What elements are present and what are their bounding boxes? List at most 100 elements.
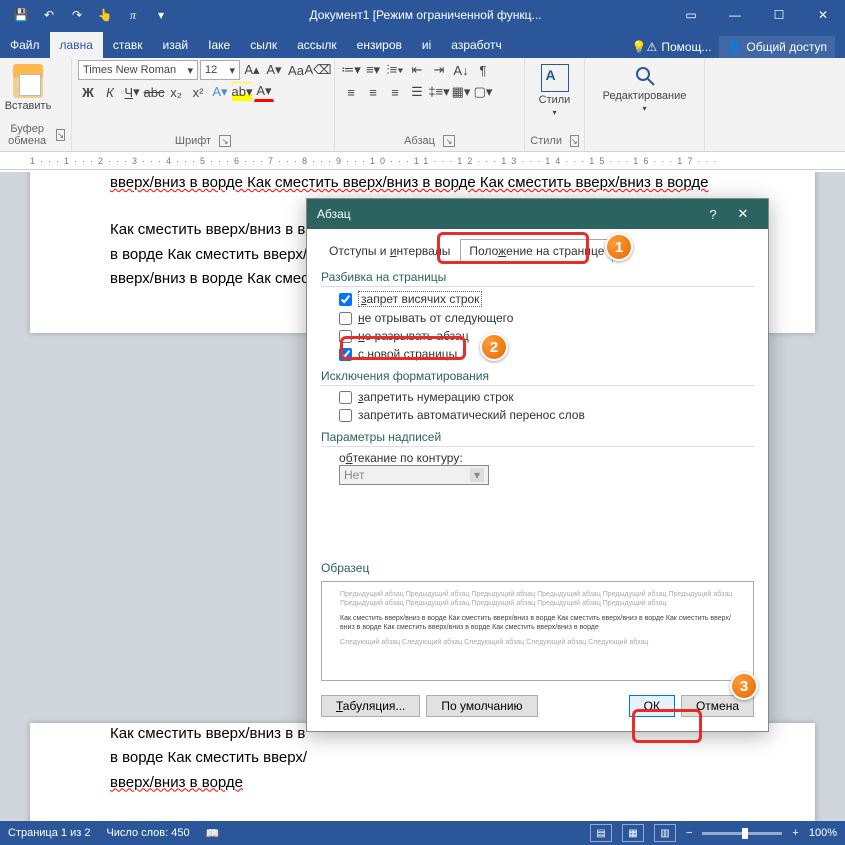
dialog-help-icon[interactable]: ? [698, 199, 728, 229]
dialog-titlebar[interactable]: Абзац ? ✕ [307, 199, 768, 229]
find-icon [633, 64, 657, 88]
decrease-indent-icon[interactable]: ⇤ [407, 60, 427, 80]
redo-icon[interactable]: ↷ [64, 2, 90, 28]
status-page[interactable]: Страница 1 из 2 [8, 827, 90, 839]
zoom-slider[interactable] [702, 832, 782, 835]
show-marks-icon[interactable]: ¶ [473, 60, 493, 80]
tab-developer[interactable]: азработч [441, 32, 511, 58]
subscript-icon[interactable]: x₂ [166, 82, 186, 102]
cb-keep-with-next[interactable] [339, 312, 352, 325]
superscript-icon[interactable]: x² [188, 82, 208, 102]
font-name-combo[interactable]: Times New Roman▾ [78, 60, 198, 80]
callout-1: 1 [605, 233, 633, 261]
multilevel-icon[interactable]: ⫶≡▾ [385, 60, 405, 80]
cb-keep-with-next-label: не отрывать от следующего [358, 311, 513, 325]
dialog-close-icon[interactable]: ✕ [728, 199, 758, 229]
ok-button[interactable]: ОК [629, 695, 675, 717]
underline-icon[interactable]: Ч▾ [122, 82, 142, 102]
tab-review[interactable]: ензиров [347, 32, 412, 58]
tab-mailings[interactable]: ассылк [287, 32, 347, 58]
tab-file[interactable]: Файл [0, 32, 50, 58]
zoom-out-icon[interactable]: − [686, 827, 692, 839]
view-read-icon[interactable]: ▤ [590, 824, 612, 842]
cb-dont-hyphenate[interactable] [339, 409, 352, 422]
change-case-icon[interactable]: Aa [286, 60, 306, 80]
shading-icon[interactable]: ▦▾ [451, 82, 471, 102]
sort-icon[interactable]: A↓ [451, 60, 471, 80]
tab-insert[interactable]: ставк [103, 32, 153, 58]
default-button[interactable]: По умолчанию [426, 695, 537, 717]
font-launcher[interactable]: ↘ [219, 135, 231, 147]
bold-icon[interactable]: Ж [78, 82, 98, 102]
tab-layout[interactable]: Іаке [198, 32, 240, 58]
status-proofing-icon[interactable]: 📖 [206, 827, 220, 840]
align-left-icon[interactable]: ≡ [341, 82, 361, 102]
cb-keep-together[interactable] [339, 330, 352, 343]
tab-page-position[interactable]: Положение на странице [460, 239, 613, 263]
shrink-font-icon[interactable]: A▾ [264, 60, 284, 80]
bullets-icon[interactable]: ≔▾ [341, 60, 361, 80]
numbering-icon[interactable]: ≡▾ [363, 60, 383, 80]
tabs-button[interactable]: Табуляция... [321, 695, 420, 717]
font-size-combo[interactable]: 12▾ [200, 60, 240, 80]
body-text-2[interactable]: Как сместить вверх/вниз в в в ворде Как … [110, 723, 735, 822]
tab-indents[interactable]: Отступы и интервалы [321, 240, 458, 262]
align-right-icon[interactable]: ≡ [385, 82, 405, 102]
section-formatting-exceptions: Исключения форматирования [321, 369, 754, 386]
align-center-icon[interactable]: ≡ [363, 82, 383, 102]
italic-icon[interactable]: К [100, 82, 120, 102]
line-spacing-icon[interactable]: ‡≡▾ [429, 82, 449, 102]
section-textbox-options: Параметры надписей [321, 430, 754, 447]
zoom-in-icon[interactable]: + [792, 827, 798, 839]
tab-references[interactable]: сылк [240, 32, 287, 58]
zoom-level[interactable]: 100% [809, 827, 837, 839]
clipboard-launcher[interactable]: ↘ [56, 129, 65, 141]
highlight-icon[interactable]: ab▾ [232, 82, 252, 102]
tab-design[interactable]: изай [153, 32, 199, 58]
cb-page-break-before[interactable] [339, 348, 352, 361]
preview-label: Образец [321, 561, 754, 577]
statusbar: Страница 1 из 2 Число слов: 450 📖 ▤ ▦ ▥ … [0, 821, 845, 845]
ribbon-body: Вставить Буфер обмена↘ Times New Roman▾ … [0, 58, 845, 152]
dialog-title: Абзац [317, 207, 351, 221]
editing-button[interactable]: Редактирование▾ [591, 60, 698, 117]
group-paragraph-label: Абзац [404, 135, 435, 147]
cb-widow-orphan[interactable] [339, 293, 352, 306]
tab-view[interactable]: иі [412, 32, 441, 58]
grow-font-icon[interactable]: A▴ [242, 60, 262, 80]
paste-button[interactable]: Вставить [6, 60, 50, 116]
view-print-icon[interactable]: ▦ [622, 824, 644, 842]
section-pagination: Разбивка на страницы [321, 270, 754, 287]
save-icon[interactable]: 💾 [8, 2, 34, 28]
equation-icon[interactable]: π [120, 2, 146, 28]
styles-button[interactable]: Стили▾ [531, 60, 578, 121]
maximize-icon[interactable]: ☐ [757, 0, 801, 30]
minimize-icon[interactable]: — [713, 0, 757, 30]
tab-home[interactable]: лавна [50, 32, 103, 58]
touch-mode-icon[interactable]: 👆 [92, 2, 118, 28]
close-icon[interactable]: ✕ [801, 0, 845, 30]
increase-indent-icon[interactable]: ⇥ [429, 60, 449, 80]
ruler[interactable]: 1···1···2···3···4···5···6···7···8···9···… [0, 152, 845, 170]
undo-icon[interactable]: ↶ [36, 2, 62, 28]
strike-icon[interactable]: abc [144, 82, 164, 102]
paragraph-launcher[interactable]: ↘ [443, 135, 455, 147]
qat-more-icon[interactable]: ▾ [148, 2, 174, 28]
view-web-icon[interactable]: ▥ [654, 824, 676, 842]
text-effects-icon[interactable]: A▾ [210, 82, 230, 102]
cb-suppress-line-numbers[interactable] [339, 391, 352, 404]
group-font-label: Шрифт [175, 135, 211, 147]
font-color-icon[interactable]: A▾ [254, 82, 274, 102]
ribbon-options-icon[interactable]: ▭ [669, 0, 713, 30]
titlebar: 💾 ↶ ↷ 👆 π ▾ Документ1 [Режим ограниченно… [0, 0, 845, 30]
styles-launcher[interactable]: ↘ [570, 135, 579, 147]
clipboard-icon [13, 64, 43, 98]
borders-icon[interactable]: ▢▾ [473, 82, 493, 102]
share-button[interactable]: 👤 Общий доступ [719, 36, 835, 58]
window-title: Документ1 [Режим ограниченной функц... [182, 8, 669, 22]
help-button[interactable]: 💡⚠ Помощ... [632, 40, 712, 54]
justify-icon[interactable]: ☰ [407, 82, 427, 102]
status-words[interactable]: Число слов: 450 [106, 827, 189, 839]
clear-format-icon[interactable]: A⌫ [308, 60, 328, 80]
ribbon-tabs: Файл лавна ставк изай Іаке сылк ассылк е… [0, 30, 845, 58]
